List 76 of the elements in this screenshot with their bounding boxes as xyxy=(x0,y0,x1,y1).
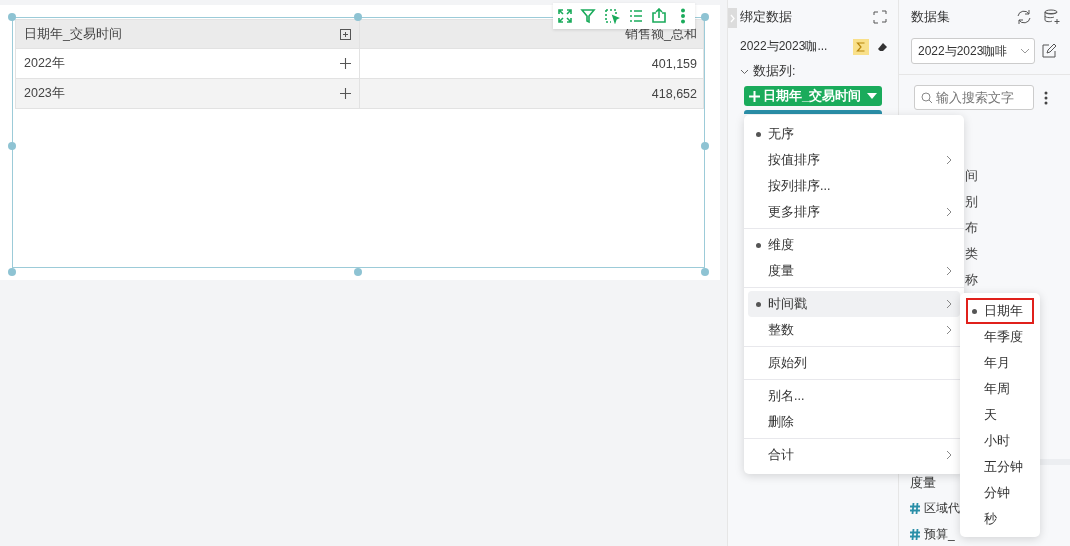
collapse-handle[interactable] xyxy=(728,8,737,28)
filter-icon[interactable] xyxy=(580,8,597,24)
resize-handle[interactable] xyxy=(701,268,709,276)
section-label: 数据列: xyxy=(753,63,796,80)
field-item[interactable]: 类 xyxy=(965,246,978,261)
resize-handle[interactable] xyxy=(354,13,362,21)
number-field-icon xyxy=(910,528,920,540)
resize-handle[interactable] xyxy=(8,13,16,21)
resize-handle[interactable] xyxy=(8,268,16,276)
table-cell: 2023年 xyxy=(24,85,65,102)
field-item[interactable]: 布 xyxy=(965,220,978,235)
chevron-down-icon[interactable] xyxy=(740,68,749,75)
menu-item[interactable]: 度量 xyxy=(748,258,960,284)
menu-item[interactable]: 整数 xyxy=(748,317,960,343)
search-field[interactable]: 输入搜索文字 xyxy=(914,85,1034,110)
plus-icon[interactable] xyxy=(340,88,351,99)
resize-handle[interactable] xyxy=(701,13,709,21)
field-item[interactable]: 预算_ xyxy=(924,525,955,543)
menu-item[interactable]: 原始列 xyxy=(748,350,960,376)
menu-item[interactable]: 别名... xyxy=(748,383,960,409)
database-add-icon[interactable] xyxy=(1044,9,1060,25)
panel-title: 数据集 xyxy=(911,8,950,26)
column-header[interactable]: 日期年_交易时间 xyxy=(24,25,122,43)
chevron-right-icon xyxy=(946,450,952,460)
menu-item[interactable]: 分钟 xyxy=(966,480,1034,506)
dataset-select[interactable]: 2022与2023咖啡 xyxy=(911,38,1035,64)
menu-item[interactable]: 年周 xyxy=(966,376,1034,402)
plus-icon[interactable] xyxy=(340,58,351,69)
more-icon[interactable] xyxy=(1044,90,1048,105)
sum-icon[interactable] xyxy=(853,38,869,55)
selection-icon[interactable] xyxy=(604,8,621,24)
dataset-name: 2022与2023咖... xyxy=(740,38,828,55)
field-item[interactable]: 称 xyxy=(965,272,978,287)
eraser-icon[interactable] xyxy=(877,41,888,52)
group-heading: 度量 xyxy=(910,475,936,490)
edit-icon[interactable] xyxy=(1041,43,1057,59)
menu-item[interactable]: 合计 xyxy=(748,442,960,468)
resize-handle[interactable] xyxy=(701,142,709,150)
table-cell: 418,652 xyxy=(651,86,697,101)
expand-icon[interactable] xyxy=(340,28,351,40)
menu-item[interactable]: 年季度 xyxy=(966,324,1034,350)
plus-icon xyxy=(749,90,760,102)
menu-item[interactable]: 天 xyxy=(966,402,1034,428)
number-field-icon xyxy=(910,502,920,514)
field-item[interactable]: 别 xyxy=(965,194,978,209)
menu-item[interactable]: 小时 xyxy=(966,428,1034,454)
table-cell: 2022年 xyxy=(24,55,65,72)
field-item[interactable]: 区域代 xyxy=(924,499,960,517)
menu-item[interactable]: 无序 xyxy=(748,121,960,147)
chevron-right-icon xyxy=(946,299,952,309)
chevron-right-icon xyxy=(946,155,952,165)
search-icon xyxy=(921,91,933,104)
menu-item[interactable]: 按值排序 xyxy=(748,147,960,173)
resize-handle[interactable] xyxy=(8,142,16,150)
export-icon[interactable] xyxy=(651,8,668,24)
menu-item[interactable]: 时间戳 xyxy=(748,291,960,317)
menu-item[interactable]: 秒 xyxy=(966,506,1034,532)
menu-item[interactable]: 维度 xyxy=(748,232,960,258)
menu-item[interactable]: 按列排序... xyxy=(748,173,960,199)
refresh-icon[interactable] xyxy=(1016,9,1032,25)
list-icon[interactable] xyxy=(627,8,644,24)
field-item[interactable]: 间 xyxy=(965,168,978,183)
caret-down-icon[interactable] xyxy=(867,93,877,99)
chevron-down-icon xyxy=(1020,48,1030,54)
resize-handle[interactable] xyxy=(354,268,362,276)
menu-item[interactable]: 日期年 xyxy=(966,298,1034,324)
chevron-right-icon xyxy=(946,207,952,217)
menu-item[interactable]: 删除 xyxy=(748,409,960,435)
chevron-right-icon xyxy=(946,266,952,276)
fullscreen-icon[interactable] xyxy=(556,8,573,24)
panel-title: 绑定数据 xyxy=(740,8,792,26)
menu-item[interactable]: 年月 xyxy=(966,350,1034,376)
menu-item[interactable]: 更多排序 xyxy=(748,199,960,225)
menu-item[interactable]: 五分钟 xyxy=(966,454,1034,480)
chevron-right-icon xyxy=(946,325,952,335)
table-cell: 401,159 xyxy=(651,56,697,71)
